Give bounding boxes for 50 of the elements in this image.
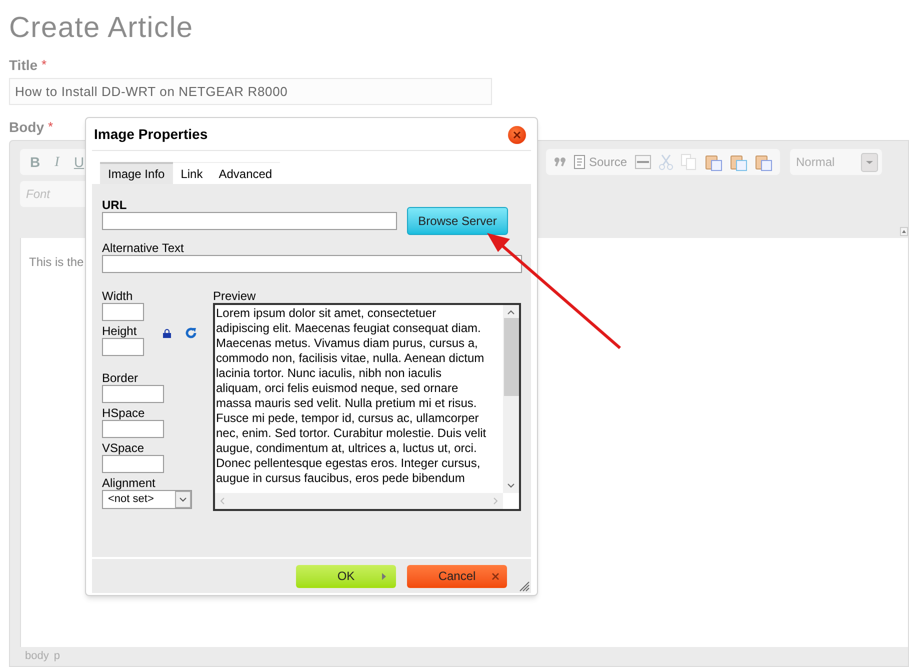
scrollbar-thumb[interactable] xyxy=(504,318,518,396)
reset-icon[interactable] xyxy=(185,327,197,339)
number-input[interactable] xyxy=(102,420,164,438)
resize-grip-icon[interactable] xyxy=(519,581,530,592)
collapse-icon[interactable] xyxy=(900,227,908,236)
required-mark: * xyxy=(48,118,54,136)
number-input[interactable] xyxy=(102,303,144,321)
url-input[interactable] xyxy=(102,212,397,230)
close-button[interactable] xyxy=(508,126,526,144)
field-label: Height xyxy=(102,324,137,338)
scroll-up-icon[interactable] xyxy=(507,309,515,315)
alignment-select[interactable]: <not set> xyxy=(102,490,192,509)
ok-button[interactable]: OK xyxy=(296,564,396,588)
quote-icon[interactable] xyxy=(554,157,566,167)
field-label: Border xyxy=(102,371,138,385)
close-icon[interactable] xyxy=(492,572,499,580)
arrow-right-icon[interactable] xyxy=(382,572,386,580)
field-label: Alignment xyxy=(102,476,156,490)
dialog-tab[interactable]: Image Info xyxy=(100,162,173,184)
scroll-down-icon[interactable] xyxy=(507,483,515,489)
field-label: VSpace xyxy=(102,441,144,455)
field-label: Alternative Text xyxy=(102,241,185,255)
preview-text: Lorem ipsum dolor sit amet, consectetuer adipiscing elit. Maecenas feugiat consequat diam. Maecenas metus. Vivamus diam purus, cursus a, commodo non, facilisis vitae, nulla. Aenean dictum lacinia tortor. Nunc iaculis, nibh non iaculis aliquam, orci felis euismod neque, sed ornare massa mauris sed velit. Nulla pretium mi et risus. Fusce mi pede, tempor id, cursus ac, ullamcorper nec, enim. Sed tortor. Curabitur molestie. Duis velit augue, condimentum at, ultrices a, luctus ut, orci. Donec pellentesque egestas eros. Integer cursus, augue in cursus faucibus, eros pede bibendum xyxy=(215,305,488,487)
document-icon[interactable] xyxy=(574,155,585,169)
title-input[interactable]: How to Install DD-WRT on NETGEAR R8000 xyxy=(9,78,492,105)
number-input[interactable] xyxy=(102,385,164,403)
field-label: Title xyxy=(9,56,38,75)
page-title: Create Article xyxy=(9,11,194,45)
field-label: HSpace xyxy=(102,406,145,420)
field-label: Width xyxy=(102,289,133,303)
source-button[interactable]: Source xyxy=(574,153,627,171)
lock-icon[interactable] xyxy=(163,328,171,338)
required-mark: * xyxy=(42,56,47,74)
scroll-left-icon[interactable] xyxy=(219,497,225,505)
number-input[interactable] xyxy=(102,338,144,356)
number-input[interactable] xyxy=(102,455,164,473)
field-label: Body xyxy=(9,118,44,137)
scroll-right-icon[interactable] xyxy=(493,497,499,505)
editor-text: This is the xyxy=(29,255,84,269)
caret-icon[interactable] xyxy=(175,491,191,508)
clipboard-icon[interactable] xyxy=(705,154,722,170)
close-icon[interactable] xyxy=(513,130,521,138)
caret-icon[interactable] xyxy=(861,152,878,172)
alt-text-input[interactable] xyxy=(102,255,522,273)
field-label: Preview xyxy=(213,289,256,303)
browse-server-button[interactable]: Browse Server xyxy=(407,207,508,235)
cancel-button[interactable]: Cancel xyxy=(407,564,507,588)
dialog-title: Image Properties xyxy=(94,125,208,144)
clipboard-icon[interactable] xyxy=(730,154,747,170)
clipboard-icon[interactable] xyxy=(755,154,772,170)
